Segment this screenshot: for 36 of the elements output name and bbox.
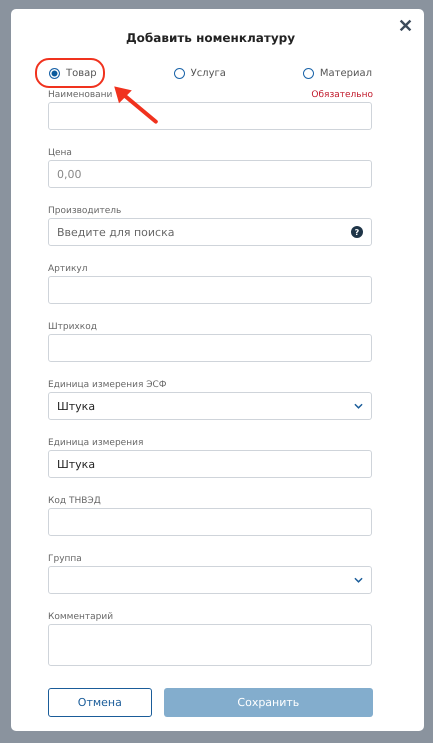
chevron-down-icon [354, 403, 363, 409]
field-label: Группа [48, 554, 82, 564]
field-label: Наименовани [48, 90, 112, 100]
select-field[interactable]: Штука [48, 392, 372, 420]
chevron-down-icon [354, 577, 363, 583]
required-note: Обязательно [311, 90, 373, 100]
radio-option[interactable]: Товар [43, 68, 103, 78]
comment-field[interactable] [48, 624, 372, 666]
radio-button[interactable] [302, 68, 314, 78]
radio-label: Услуга [190, 68, 226, 78]
field-label: Производитель [48, 206, 122, 216]
input-field[interactable] [48, 276, 372, 304]
input-field[interactable] [48, 102, 372, 130]
radio-option[interactable]: Материал [296, 68, 378, 78]
radio-label: Товар [66, 68, 97, 78]
radio-button[interactable] [174, 68, 185, 78]
radio-option[interactable]: Услуга [168, 68, 232, 78]
input-field[interactable]: 0,00 [48, 160, 372, 188]
field-label: Артикул [48, 264, 88, 274]
dialog-title: Добавить номенклатуру [124, 31, 296, 47]
field-label: Код ТНВЭД [48, 496, 101, 506]
cancel-button[interactable]: Отмена [48, 688, 152, 717]
input-field[interactable] [48, 508, 372, 536]
close-button[interactable]: ✕ [398, 15, 413, 37]
input-field[interactable] [48, 334, 372, 362]
field-label: Единица измерения [48, 438, 144, 448]
search-field[interactable]: Введите для поиска ? [48, 218, 372, 246]
field-label: Штрихкод [48, 322, 97, 332]
radio-button[interactable] [49, 68, 60, 78]
input-field[interactable]: Штука [48, 450, 372, 478]
field-label: Цена [48, 148, 72, 158]
field-label: Единица измерения ЭСФ [48, 380, 167, 390]
field-label: Комментарий [48, 612, 114, 622]
radio-label: Материал [320, 68, 372, 78]
select-field[interactable] [48, 566, 372, 594]
help-icon[interactable]: ? [351, 226, 363, 238]
